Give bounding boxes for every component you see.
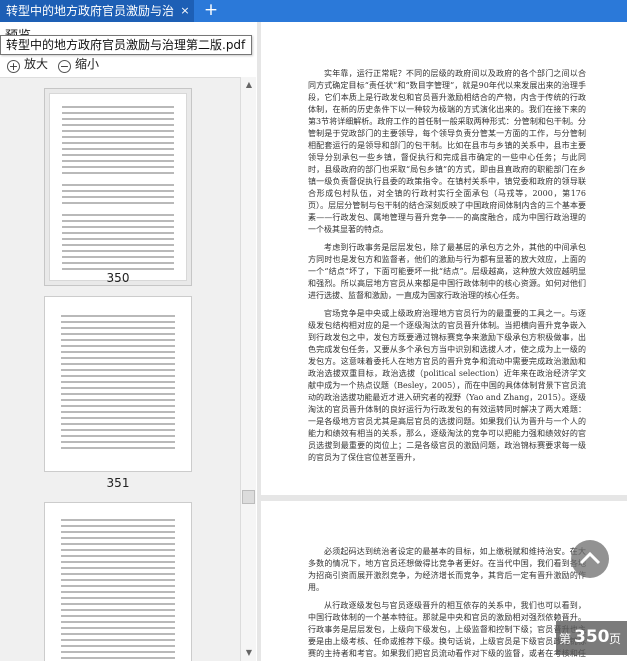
thumbnail-page-image: [49, 507, 187, 661]
thumbnail-page-number: 351: [106, 476, 130, 490]
zoom-out-icon: −: [58, 60, 71, 73]
paragraph: 考虑到行政事务是层层发包，除了最基层的承包方之外，其他的中间承包方同时也是发包方…: [308, 243, 586, 300]
filename-tooltip: 转型中的地方政府官员激励与治理第二版.pdf: [0, 35, 252, 55]
paragraph: 实年靠，运行正常呢？不同的层级的政府间以及政府的各个部门之间以合同方式确定目标“…: [308, 69, 586, 234]
tab-bar: 转型中的地方政府官员激励与治 × +: [0, 0, 627, 22]
page-thumbnail-350[interactable]: [44, 88, 192, 286]
scroll-up-arrow-icon[interactable]: ▲: [241, 79, 257, 91]
thumbnail-page-image: [49, 93, 187, 281]
paragraph: 必须起码达到统治者设定的最基本的目标，如上缴税赋和维持治安。在大多数的情况下，地…: [308, 547, 586, 592]
paragraph: 官场竞争是中央或上级政府治理地方官员行为的最重要的工具之一。与逐级发包结构相对应…: [308, 309, 586, 462]
zoom-in-icon: +: [7, 60, 20, 73]
page-351-text: 必须起码达到统治者设定的最基本的目标，如上缴税赋和维持治安。在大多数的情况下，地…: [308, 546, 586, 661]
chevron-up-icon: [579, 551, 601, 565]
pdf-page-350: 实年靠，运行正常呢？不同的层级的政府间以及政府的各个部门之间以合同方式确定目标“…: [261, 22, 627, 495]
thumbnail-sidebar: 350 351: [0, 77, 240, 661]
scroll-down-arrow-icon[interactable]: ▼: [241, 647, 257, 659]
page-thumbnail-351[interactable]: [44, 296, 192, 472]
current-page-number: 350: [574, 627, 610, 647]
page-350-text: 实年靠，运行正常呢？不同的层级的政府间以及政府的各个部门之间以合同方式确定目标“…: [308, 68, 586, 470]
tab-close-icon[interactable]: ×: [178, 0, 192, 22]
paragraph: 从行政逐级发包与官员逐级晋升的相互依存的关系中，我们也可以看到，中国行政体制的一…: [308, 601, 586, 658]
page-indicator: 第 350 页: [556, 621, 627, 655]
thumbnail-page-number: 350: [106, 271, 130, 285]
scrollbar-thumb[interactable]: [242, 490, 255, 504]
zoom-out-button[interactable]: − 缩小: [58, 55, 99, 73]
zoom-in-label: 放大: [24, 57, 49, 71]
page-indicator-prefix: 第: [559, 632, 572, 646]
sidebar-scrollbar[interactable]: ▲ ▼: [240, 77, 256, 661]
back-to-top-button[interactable]: [571, 540, 609, 578]
new-tab-icon[interactable]: +: [201, 0, 221, 22]
document-tab[interactable]: 转型中的地方政府官员激励与治: [0, 0, 194, 22]
page-indicator-suffix: 页: [609, 632, 622, 646]
zoom-out-label: 缩小: [75, 57, 100, 71]
zoom-in-button[interactable]: + 放大: [7, 55, 48, 73]
tab-title: 转型中的地方政府官员激励与治: [6, 4, 175, 18]
page-thumbnail-352[interactable]: [44, 502, 192, 661]
thumbnail-page-image: [49, 301, 187, 467]
